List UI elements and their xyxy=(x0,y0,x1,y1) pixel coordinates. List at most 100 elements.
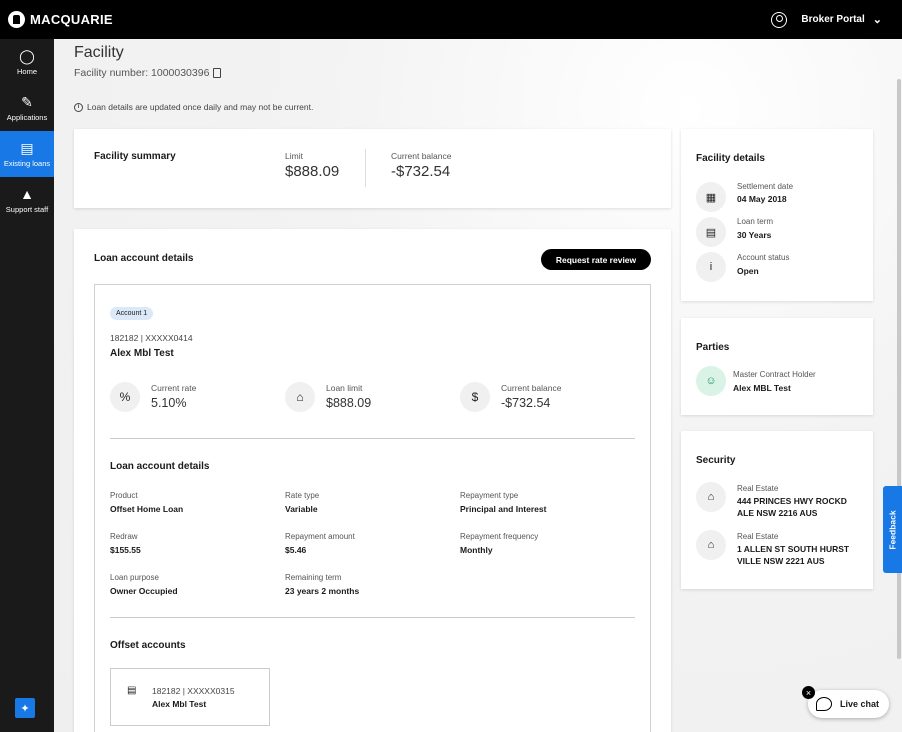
security-type: Real Estate xyxy=(737,532,779,541)
product-label: Product xyxy=(110,491,138,500)
offset-account-card[interactable]: ▤ 182182 | XXXXX0315 Alex Mbl Test xyxy=(110,668,270,726)
offset-account-name: Alex Mbl Test xyxy=(152,699,207,709)
account-number: 182182 | XXXXX0414 xyxy=(110,333,193,343)
repayment-type-label: Repayment type xyxy=(460,491,519,500)
current-balance-label: Current balance xyxy=(501,383,562,393)
broker-portal-menu[interactable]: Broker Portal ⌄ xyxy=(771,0,882,39)
party-name: Alex MBL Test xyxy=(733,383,791,393)
current-rate-label: Current rate xyxy=(151,383,197,393)
repayment-frequency-label: Repayment frequency xyxy=(460,532,539,541)
remaining-term-value: 23 years 2 months xyxy=(285,586,360,596)
request-rate-review-button[interactable]: Request rate review xyxy=(541,249,651,270)
divider xyxy=(110,617,635,618)
card-icon: ▤ xyxy=(127,685,137,696)
live-chat-button[interactable]: Live chat xyxy=(808,690,889,718)
security-address: 1 ALLEN ST SOUTH HURST VILLE NSW 2221 AU… xyxy=(737,544,850,566)
dollar-icon: $ xyxy=(460,382,490,412)
account-status-label: Account status xyxy=(737,253,790,262)
person-icon: ☺ xyxy=(696,366,726,396)
current-balance-value: -$732.54 xyxy=(501,396,551,410)
offset-account-number: 182182 | XXXXX0315 xyxy=(152,686,235,696)
loan-term-label: Loan term xyxy=(737,217,774,226)
org-chart-icon: ▲ xyxy=(20,186,34,202)
loan-term-icon: ▤ xyxy=(696,217,726,247)
rate-type-label: Rate type xyxy=(285,491,320,500)
remaining-term-label: Remaining term xyxy=(285,573,342,582)
macquarie-logo[interactable]: MACQUARIE xyxy=(8,11,113,28)
sidebar-item-label: Support staff xyxy=(5,205,49,214)
chevron-down-icon: ⌄ xyxy=(872,14,882,26)
user-icon xyxy=(771,11,788,28)
summary-divider xyxy=(365,149,366,187)
existing-loans-icon: ▤ xyxy=(20,140,34,156)
account-badge: Account 1 xyxy=(110,307,154,320)
feedback-tab[interactable]: Feedback xyxy=(883,486,902,573)
calendar-icon: ▦ xyxy=(696,182,726,212)
party-role: Master Contract Holder xyxy=(733,370,816,379)
sidebar-item-home[interactable]: ◯ Home xyxy=(0,39,54,85)
current-rate-value: 5.10% xyxy=(151,396,187,410)
balance-value: -$732.54 xyxy=(391,163,451,180)
main-content: Facility Facility number: 1000030396 i L… xyxy=(54,39,902,732)
offset-accounts-subtitle: Offset accounts xyxy=(110,640,186,651)
facility-details-title: Facility details xyxy=(696,153,765,164)
portal-label: Broker Portal xyxy=(801,14,865,25)
notice-text: Loan details are updated once daily and … xyxy=(87,102,314,112)
sidebar-item-existing-loans[interactable]: ▤ Existing loans xyxy=(0,131,54,177)
dashboard-icon: ◯ xyxy=(19,48,35,64)
repayment-amount-value: $5.46 xyxy=(285,545,307,555)
repayment-frequency-value: Monthly xyxy=(460,545,493,555)
security-title: Security xyxy=(696,455,736,466)
sidebar-item-applications[interactable]: ✎ Applications xyxy=(0,85,54,131)
account-status-value: Open xyxy=(737,266,759,276)
feedback-label: Feedback xyxy=(887,509,898,550)
redraw-label: Redraw xyxy=(110,532,138,541)
repayment-amount-label: Repayment amount xyxy=(285,532,355,541)
parties-title: Parties xyxy=(696,342,730,353)
loan-purpose-value: Owner Occupied xyxy=(110,586,178,596)
security-address: 444 PRINCES HWY ROCKD ALE NSW 2216 AUS xyxy=(737,496,847,518)
pin-sidebar-button[interactable]: ✦ xyxy=(15,698,35,718)
house-icon: ⌂ xyxy=(696,482,726,512)
facility-number-text: Facility number: 1000030396 xyxy=(74,67,210,79)
account-name: Alex Mbl Test xyxy=(110,348,174,359)
brand-name: MACQUARIE xyxy=(30,12,113,27)
loan-account-card: Loan account details Request rate review… xyxy=(74,229,671,732)
percent-icon: % xyxy=(110,382,140,412)
facility-details-card: Facility details ▦ Settlement date 04 Ma… xyxy=(681,129,873,301)
sidebar-item-label: Home xyxy=(16,67,37,76)
loan-limit-label: Loan limit xyxy=(326,383,363,393)
settlement-date-label: Settlement date xyxy=(737,182,794,191)
loan-term-value: 30 Years xyxy=(737,230,772,240)
repayment-type-value: Principal and Interest xyxy=(460,504,547,514)
close-icon[interactable]: × xyxy=(802,686,815,699)
limit-value: $888.09 xyxy=(285,163,340,180)
balance-label: Current balance xyxy=(391,151,452,161)
sidebar-item-support-staff[interactable]: ▲ Support staff xyxy=(0,177,54,223)
top-bar: MACQUARIE Broker Portal ⌄ xyxy=(0,0,902,39)
rate-type-value: Variable xyxy=(285,504,318,514)
page-title: Facility xyxy=(74,44,124,61)
divider xyxy=(110,438,635,439)
info-icon: i xyxy=(74,102,83,112)
copy-icon[interactable] xyxy=(213,68,222,78)
house-limit-icon: ⌂ xyxy=(285,382,315,412)
chat-bubble-icon xyxy=(816,697,832,711)
sidebar: ◯ Home ✎ Applications ▤ Existing loans ▲… xyxy=(0,39,54,732)
sidebar-item-label: Existing loans xyxy=(3,159,51,168)
info-icon: i xyxy=(696,252,726,282)
parties-card: Parties ☺ Master Contract Holder Alex MB… xyxy=(681,318,873,415)
product-value: Offset Home Loan xyxy=(110,504,184,514)
pin-icon: ✦ xyxy=(20,702,30,715)
loan-purpose-label: Loan purpose xyxy=(110,573,159,582)
live-chat-label: Live chat xyxy=(840,699,880,709)
logo-mark-icon xyxy=(8,11,25,28)
security-card: Security ⌂ Real Estate 444 PRINCES HWY R… xyxy=(681,431,873,589)
facility-summary-title: Facility summary xyxy=(94,151,176,162)
redraw-value: $155.55 xyxy=(110,545,141,555)
loan-limit-value: $888.09 xyxy=(326,396,372,410)
facility-summary-card: Facility summary Limit $888.09 Current b… xyxy=(74,129,671,208)
facility-number: Facility number: 1000030396 xyxy=(74,67,222,79)
scrollbar[interactable] xyxy=(896,79,902,699)
limit-label: Limit xyxy=(285,151,303,161)
